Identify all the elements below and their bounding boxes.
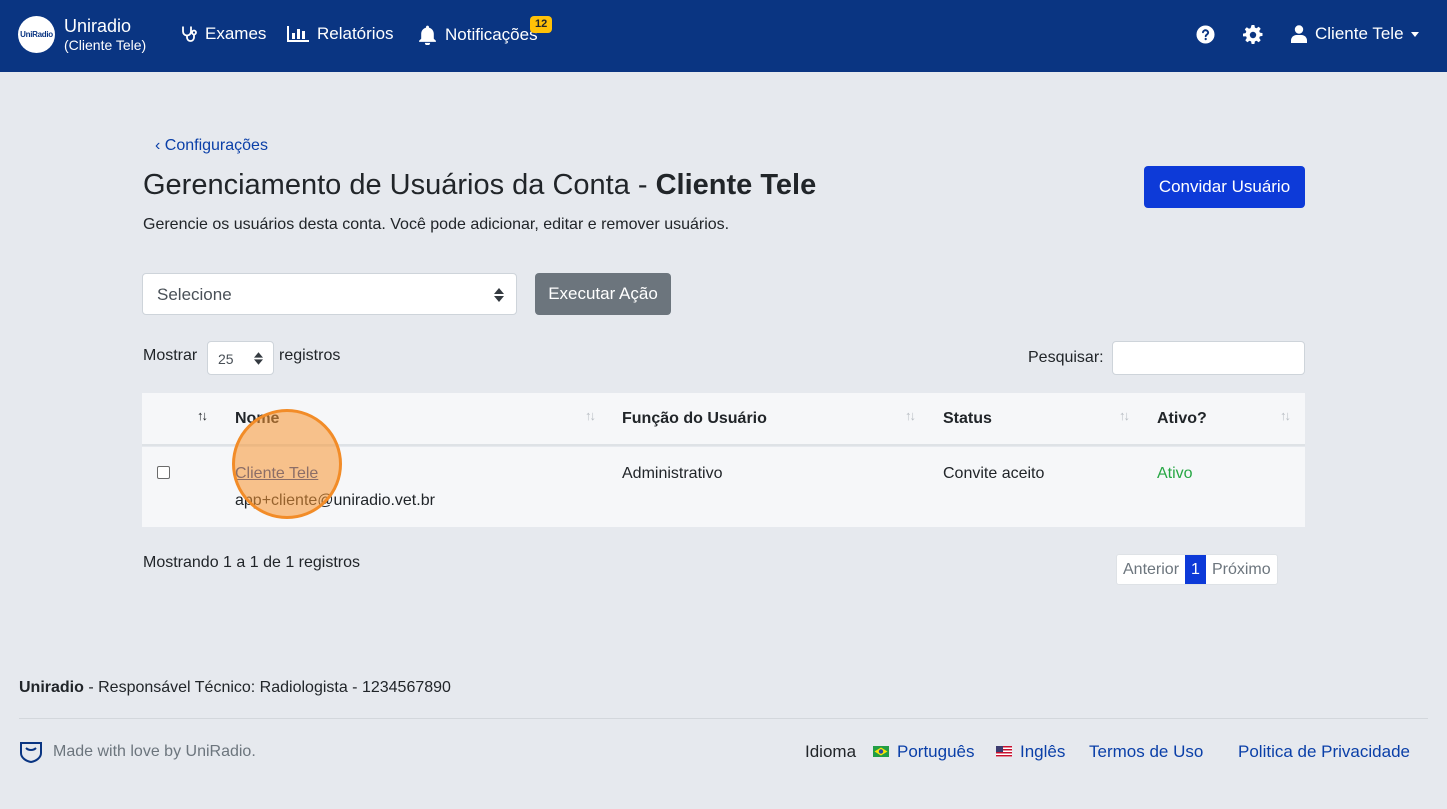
execute-action-button[interactable]: Executar Ação	[535, 273, 671, 315]
table-info: Mostrando 1 a 1 de 1 registros	[143, 554, 361, 571]
made-with-text: Made with love by UniRadio.	[53, 743, 256, 760]
sort-icon[interactable]: ↑↓	[905, 408, 916, 423]
pagination-previous[interactable]: Anterior	[1117, 555, 1185, 584]
sort-icon[interactable]: ↑↓	[197, 408, 208, 423]
brazil-flag-icon	[873, 746, 889, 758]
footer-divider	[19, 718, 1428, 719]
sort-icon[interactable]: ↑↓	[1280, 408, 1291, 423]
us-flag-icon	[996, 746, 1012, 758]
page-title-account: Cliente Tele	[655, 169, 817, 201]
back-link-label: Configurações	[164, 137, 268, 154]
language-en-link[interactable]: Inglês	[996, 742, 1065, 762]
nav-notificacoes-label: Notificações	[445, 24, 538, 44]
nav-exames-label: Exames	[205, 24, 267, 43]
user-email: app+cliente@uniradio.vet.br	[235, 492, 435, 509]
page-description: Gerencie os usuários desta conta. Você p…	[143, 216, 730, 233]
page-title: Gerenciamento de Usuários da Conta - Cli…	[143, 169, 816, 202]
invite-user-button[interactable]: Convidar Usuário	[1144, 166, 1305, 208]
sort-icon[interactable]: ↑↓	[585, 408, 596, 423]
show-label: Mostrar	[143, 347, 198, 364]
footer-responsible-text: - Responsável Técnico: Radiologista - 12…	[83, 679, 451, 696]
search-label: Pesquisar:	[1028, 349, 1104, 366]
bar-chart-icon	[287, 26, 309, 42]
top-navbar: UniRadio Uniradio (Cliente Tele) Exames …	[0, 0, 1447, 72]
footer-responsible: Uniradio - Responsável Técnico: Radiolog…	[19, 679, 451, 697]
user-status: Convite aceito	[943, 465, 1045, 482]
column-header-funcao[interactable]: Função do Usuário	[622, 410, 767, 428]
chevron-left-icon: ‹	[155, 137, 161, 154]
brand[interactable]: UniRadio Uniradio (Cliente Tele)	[18, 16, 146, 53]
made-with: Made with love by UniRadio.	[19, 741, 256, 763]
back-to-settings-link[interactable]: ‹ Configurações	[155, 137, 268, 155]
select-arrows-icon	[494, 288, 504, 302]
language-en-label: Inglês	[1020, 742, 1066, 761]
nav-relatorios[interactable]: Relatórios	[286, 24, 394, 44]
search-input[interactable]	[1112, 341, 1305, 375]
page-length-value: 25	[218, 351, 234, 367]
select-arrows-icon	[254, 352, 263, 365]
nav-exames[interactable]: Exames	[180, 24, 266, 44]
table-row: Cliente Tele app+cliente@uniradio.vet.br…	[142, 447, 1305, 527]
column-header-nome[interactable]: Nome	[235, 410, 279, 428]
column-header-status[interactable]: Status	[943, 410, 992, 428]
chevron-down-icon	[1410, 31, 1419, 37]
language-label: Idioma	[805, 742, 857, 761]
stethoscope-icon	[182, 26, 197, 42]
terms-link[interactable]: Termos de Uso	[1089, 742, 1203, 762]
user-active: Ativo	[1157, 465, 1193, 482]
help-icon[interactable]	[1196, 25, 1215, 44]
uniradio-shield-icon	[20, 742, 42, 763]
language-pt-link[interactable]: Português	[873, 742, 975, 762]
privacy-link[interactable]: Politica de Privacidade	[1238, 742, 1410, 762]
bulk-action-select[interactable]: Selecione	[142, 273, 517, 315]
brand-account: (Cliente Tele)	[64, 36, 147, 53]
pagination: Anterior 1 Próximo	[1116, 554, 1278, 585]
nav-relatorios-label: Relatórios	[317, 24, 394, 43]
bell-icon	[419, 25, 436, 45]
user-menu[interactable]: Cliente Tele	[1291, 24, 1419, 44]
brand-logo: UniRadio	[18, 16, 55, 53]
user-name: Cliente Tele	[1315, 24, 1404, 43]
column-header-ativo[interactable]: Ativo?	[1157, 410, 1207, 428]
page-title-prefix: Gerenciamento de Usuários da Conta -	[143, 169, 656, 201]
language-pt-label: Português	[897, 742, 975, 761]
bulk-action-value: Selecione	[157, 285, 232, 304]
notification-badge: 12	[530, 16, 553, 33]
pagination-page[interactable]: 1	[1185, 555, 1206, 584]
records-label: registros	[279, 347, 341, 364]
page-length-select[interactable]: 25	[207, 341, 274, 375]
pagination-next[interactable]: Próximo	[1206, 555, 1277, 584]
user-icon	[1291, 25, 1307, 43]
user-name-link[interactable]: Cliente Tele	[235, 465, 318, 482]
sort-icon[interactable]: ↑↓	[1119, 408, 1130, 423]
nav-notificacoes[interactable]: Notificações	[417, 24, 538, 45]
row-checkbox[interactable]	[157, 466, 170, 479]
gear-icon[interactable]	[1243, 25, 1263, 45]
footer-brand: Uniradio	[19, 679, 84, 696]
brand-name: Uniradio	[64, 16, 132, 37]
table-header: ↑↓ Nome ↑↓ Função do Usuário ↑↓ Status ↑…	[142, 393, 1305, 446]
user-role: Administrativo	[622, 465, 723, 482]
